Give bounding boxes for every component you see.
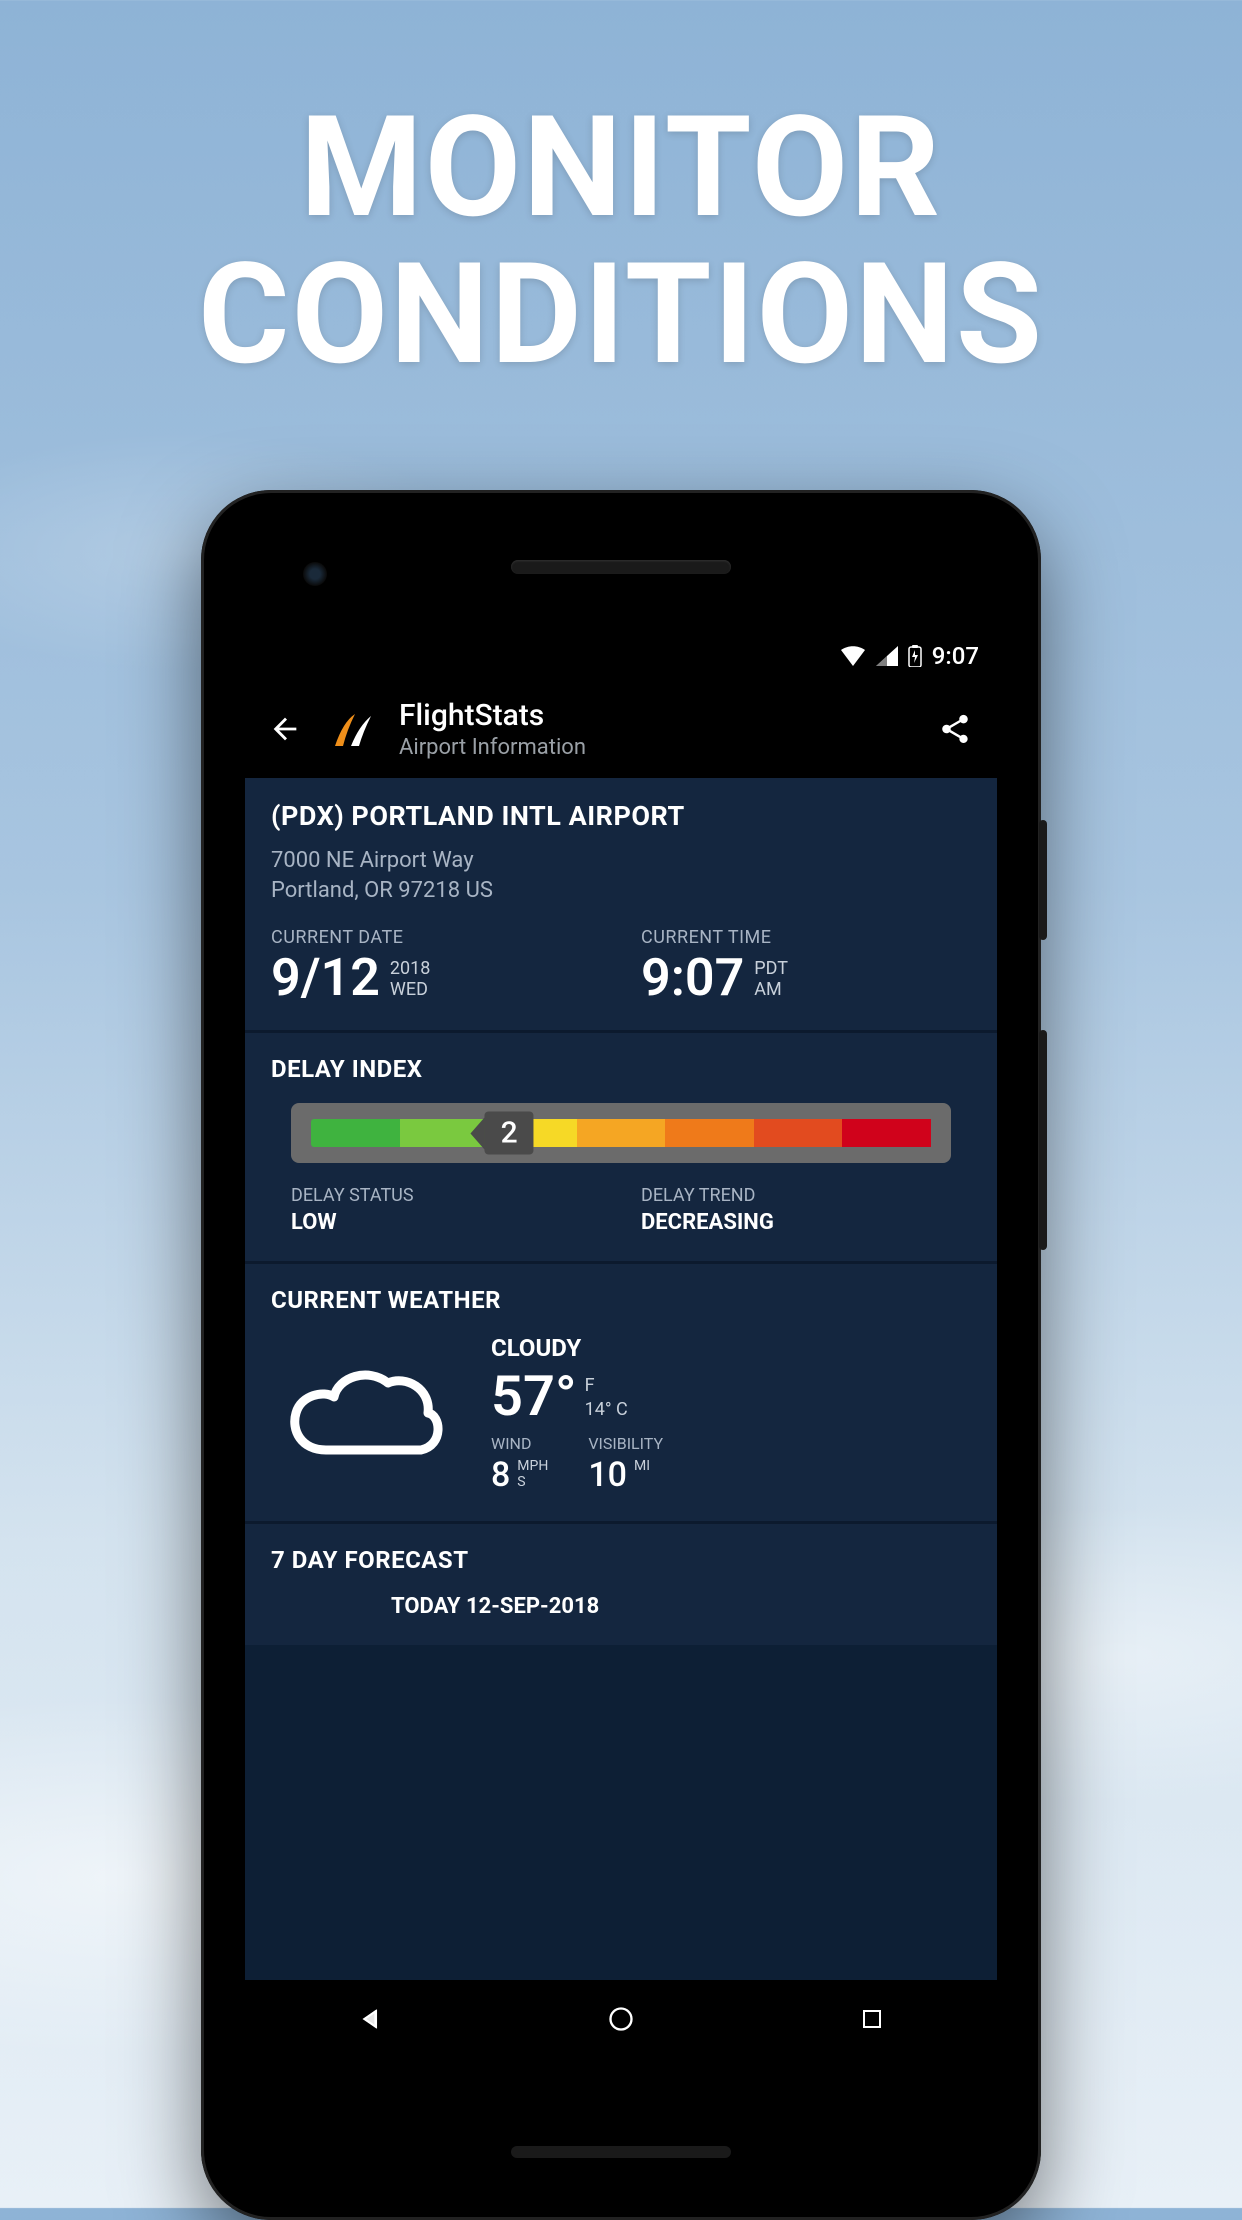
visibility-value: 10 — [588, 1455, 627, 1495]
wind-value: 8 — [491, 1455, 510, 1495]
back-button[interactable] — [265, 712, 305, 746]
app-bar: FlightStats Airport Information — [245, 680, 997, 778]
visibility-label: VISIBILITY — [588, 1434, 663, 1453]
visibility-block: VISIBILITY 10 MI — [588, 1434, 663, 1495]
wind-unit-mph: MPH — [517, 1459, 548, 1474]
content-scroll[interactable]: (PDX) PORTLAND INTL AIRPORT 7000 NE Airp… — [245, 778, 997, 1645]
weather-temp-f: 57° — [491, 1368, 577, 1424]
appbar-subtitle: Airport Information — [399, 735, 913, 760]
current-date-label: CURRENT DATE — [271, 927, 601, 948]
time-value: 9:07 — [641, 952, 744, 1004]
airport-info-card: (PDX) PORTLAND INTL AIRPORT 7000 NE Airp… — [245, 778, 997, 1030]
circle-home-icon — [607, 2005, 635, 2033]
wifi-icon — [840, 646, 866, 666]
delay-segment — [311, 1119, 400, 1147]
time-ampm: AM — [754, 980, 788, 1001]
promo-line-1: MONITOR — [0, 95, 1242, 242]
delay-index-bar: 2 — [291, 1103, 951, 1163]
current-time-block: CURRENT TIME 9:07 PDT AM — [641, 927, 971, 1004]
time-zone: PDT — [754, 959, 788, 980]
appbar-titles: FlightStats Airport Information — [399, 698, 913, 760]
promo-line-2: CONDITIONS — [0, 242, 1242, 389]
delay-trend-block: DELAY TREND DECREASING — [641, 1185, 951, 1235]
visibility-unit: MI — [634, 1459, 650, 1474]
share-icon — [938, 712, 972, 746]
square-recents-icon — [860, 2007, 884, 2031]
current-time-label: CURRENT TIME — [641, 927, 971, 948]
phone-bottom-speaker — [511, 2146, 731, 2158]
current-weather-card: CURRENT WEATHER CLOUDY 57° — [245, 1261, 997, 1521]
cell-signal-icon — [876, 646, 898, 666]
delay-marker-value: 2 — [485, 1112, 534, 1155]
date-dow: WED — [390, 980, 430, 1001]
delay-index-card: DELAY INDEX 2 DELAY STATUS LOW DELAY TRE… — [245, 1030, 997, 1261]
delay-segment — [577, 1119, 666, 1147]
datetime-row: CURRENT DATE 9/12 2018 WED CURRENT TIME — [271, 927, 971, 1004]
date-meta: 2018 WED — [390, 959, 430, 1000]
phone-side-button — [1039, 820, 1047, 940]
delay-status-block: DELAY STATUS LOW — [291, 1185, 601, 1235]
battery-charging-icon — [908, 645, 922, 667]
nav-back-button[interactable] — [350, 1999, 390, 2039]
delay-segment — [665, 1119, 754, 1147]
phone-side-button — [1039, 1030, 1047, 1250]
current-date-block: CURRENT DATE 9/12 2018 WED — [271, 927, 601, 1004]
delay-marker: 2 — [471, 1112, 534, 1155]
delay-segment — [842, 1119, 931, 1147]
appbar-title: FlightStats — [399, 698, 913, 733]
triangle-back-icon — [357, 2006, 383, 2032]
weather-temp-units: F 14° C — [585, 1374, 628, 1421]
wind-block: WIND 8 MPH S — [491, 1434, 548, 1495]
delay-trend-value: DECREASING — [641, 1210, 951, 1235]
arrow-left-icon — [268, 712, 302, 746]
delay-status-value: LOW — [291, 1210, 601, 1235]
phone-speaker — [511, 560, 731, 574]
wind-unit: MPH S — [517, 1459, 548, 1490]
weather-row: CLOUDY 57° F 14° C WIND — [271, 1334, 971, 1495]
cloud-icon — [271, 1350, 451, 1480]
delay-status-row: DELAY STATUS LOW DELAY TREND DECREASING — [271, 1185, 971, 1235]
delay-segment — [754, 1119, 843, 1147]
android-navbar — [245, 1980, 997, 2058]
weather-data: CLOUDY 57° F 14° C WIND — [491, 1334, 971, 1495]
phone-top-bezel — [223, 512, 1019, 622]
phone-camera — [303, 562, 327, 586]
forecast-card: 7 DAY FORECAST TODAY 12-SEP-2018 — [245, 1521, 997, 1645]
current-weather-title: CURRENT WEATHER — [271, 1286, 971, 1314]
nav-home-button[interactable] — [601, 1999, 641, 2039]
temp-f-unit: F — [585, 1374, 628, 1397]
android-statusbar: 9:07 — [245, 632, 997, 680]
share-button[interactable] — [933, 712, 977, 746]
nav-recents-button[interactable] — [852, 1999, 892, 2039]
address-line-1: 7000 NE Airport Way — [271, 846, 971, 876]
date-year: 2018 — [390, 959, 430, 980]
address-line-2: Portland, OR 97218 US — [271, 876, 971, 906]
phone-bezel: 9:07 FlightStats Airport Information — [223, 512, 1019, 2198]
wind-dir: S — [517, 1475, 548, 1490]
delay-marker-notch — [471, 1117, 485, 1149]
date-value: 9/12 — [271, 952, 380, 1004]
airport-name: (PDX) PORTLAND INTL AIRPORT — [271, 800, 971, 832]
airport-address: 7000 NE Airport Way Portland, OR 97218 U… — [271, 846, 971, 905]
time-meta: PDT AM — [754, 959, 788, 1000]
delay-status-label: DELAY STATUS — [291, 1185, 601, 1206]
forecast-title: 7 DAY FORECAST — [271, 1546, 971, 1574]
forecast-today-label: TODAY 12-SEP-2018 — [271, 1594, 971, 1619]
delay-trend-label: DELAY TREND — [641, 1185, 951, 1206]
promo-headline: MONITOR CONDITIONS — [0, 95, 1242, 389]
temp-c: 14° C — [585, 1398, 628, 1421]
weather-condition: CLOUDY — [491, 1334, 971, 1362]
delay-index-title: DELAY INDEX — [271, 1055, 971, 1083]
flightstats-logo-icon — [325, 702, 379, 756]
phone-screen: 9:07 FlightStats Airport Information — [245, 632, 997, 2058]
wind-label: WIND — [491, 1434, 548, 1453]
statusbar-time: 9:07 — [932, 642, 979, 670]
phone-frame: 9:07 FlightStats Airport Information — [201, 490, 1041, 2220]
